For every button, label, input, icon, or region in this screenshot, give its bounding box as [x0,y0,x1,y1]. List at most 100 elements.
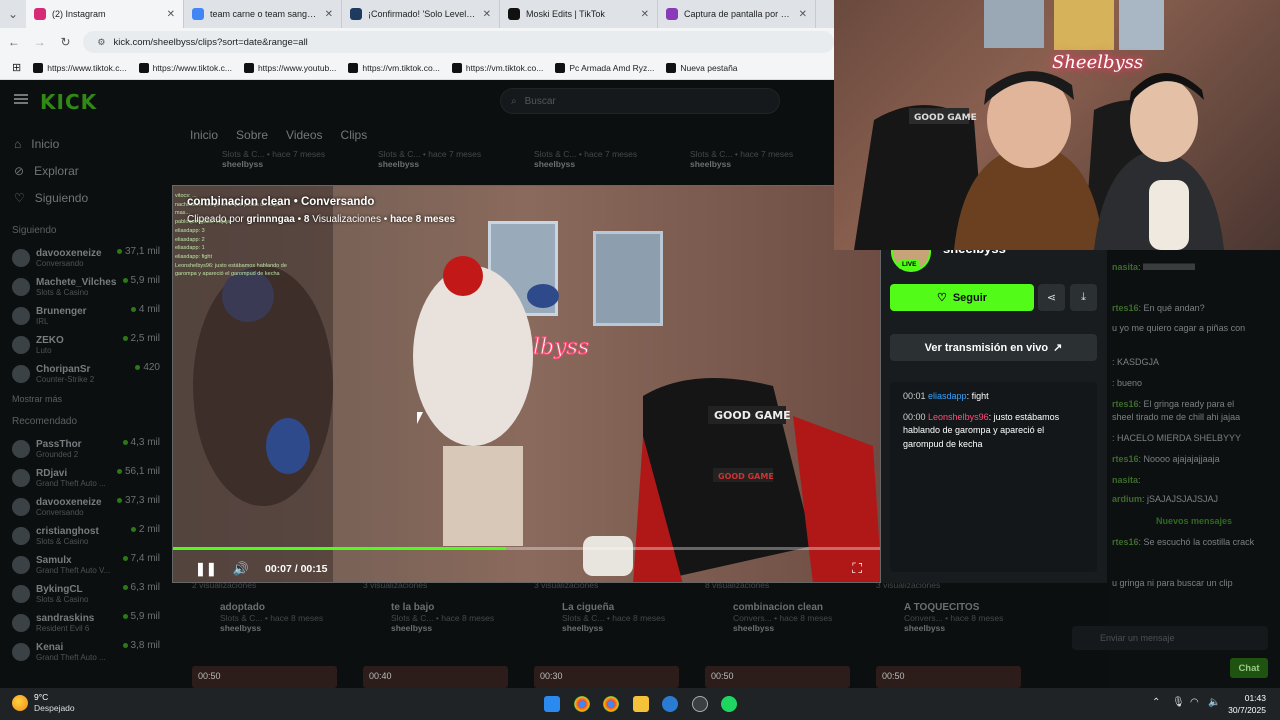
clip-thumbnail[interactable]: 00:50 [876,666,1021,688]
bookmark-item[interactable]: https://www.tiktok.c... [138,62,232,73]
clip-card[interactable]: 3 visualizaciones La cigueña Slots & C... … [534,580,694,633]
tab-close-icon[interactable]: ✕ [325,9,333,20]
sidebar-channel[interactable]: cristianghost Slots & Casino 2 mil [0,521,170,550]
clip-card[interactable]: 2 visualizaciones adoptado Slots & C... • … [192,580,352,633]
chrome-icon[interactable] [574,696,590,712]
clip-title[interactable]: te la bajo [363,602,523,613]
clip-thumbnail[interactable]: 00:50 [192,666,337,688]
chrome-icon-2[interactable] [603,696,619,712]
watch-live-button[interactable]: Ver transmisión en vivo ↗ [890,334,1097,361]
clip-card[interactable]: Slots & C... • hace 7 meses sheelbyss [690,149,834,169]
clip-user[interactable]: sheelbyss [378,159,522,169]
tab-close-icon[interactable]: ✕ [799,9,807,20]
browser-tab[interactable]: Moski Edits | TikTok ✕ [500,0,658,28]
browser-tab[interactable]: Captura de pantalla por Lightsh ✕ [658,0,816,28]
clip-thumbnail[interactable]: 00:50 [705,666,850,688]
apps-icon[interactable]: ⊞ [12,61,21,74]
tray-chevron-icon[interactable]: ⌃ [1152,697,1160,708]
microphone-icon[interactable]: 🎙 [1172,697,1185,708]
tab-clips[interactable]: Clips [341,128,368,142]
bookmark-item[interactable]: https://vm.tiktok.co... [451,62,543,73]
chat-input[interactable]: Enviar un mensaje [1072,626,1268,650]
forward-button[interactable]: → [32,34,48,50]
search-input[interactable]: ⌕ Buscar [500,88,780,114]
tab-close-icon[interactable]: ✕ [483,9,491,20]
tab-sobre[interactable]: Sobre [236,128,268,142]
clip-user[interactable]: sheelbyss [222,159,366,169]
clip-user[interactable]: sheelbyss [705,623,865,633]
browser-tab[interactable]: team carne o team sangre - Bu ✕ [184,0,342,28]
clip-user[interactable]: sheelbyss [690,159,834,169]
clip-title[interactable]: La cigueña [534,602,694,613]
sidebar-channel[interactable]: Kenai Grand Theft Auto ... 3,8 mil [0,637,170,666]
clip-card[interactable]: Slots & C... • hace 7 meses sheelbyss [222,149,366,169]
spotify-icon[interactable] [721,696,737,712]
clip-player[interactable]: lbyss GOOD GAME GOOD GAME vitocs: ... nac… [172,185,881,583]
file-explorer-icon[interactable] [633,696,649,712]
clip-title[interactable]: adoptado [192,602,352,613]
clip-user[interactable]: sheelbyss [534,159,678,169]
sidebar-channel[interactable]: davooxeneize Conversando 37,3 mil [0,492,170,521]
clip-card[interactable]: 8 visualizaciones combinacion clean Conver… [705,580,865,633]
download-button[interactable]: ⤓ [1070,284,1097,311]
steam-icon[interactable] [692,696,708,712]
volume-icon[interactable]: 🔊 [233,561,249,577]
chat-user[interactable]: rtes16 [1112,399,1139,409]
clip-user[interactable]: sheelbyss [534,623,694,633]
menu-icon[interactable] [14,94,28,104]
progress-bar[interactable] [173,547,880,550]
message-user[interactable]: Leonshelbys96 [928,412,989,422]
sidebar-channel[interactable]: Samulx Grand Theft Auto V... 7,4 mil [0,550,170,579]
tab-search-button[interactable]: ⌄ [0,6,26,22]
tab-videos[interactable]: Videos [286,128,322,142]
chat-user[interactable]: nasita [1112,475,1138,485]
browser-tab[interactable]: ¡Confirmado! 'Solo Leveling' Te ✕ [342,0,500,28]
fullscreen-icon[interactable]: ⛶ [852,560,862,577]
reload-button[interactable]: ↻ [58,34,74,50]
tab-inicio[interactable]: Inicio [190,128,218,142]
tab-close-icon[interactable]: ✕ [641,9,649,20]
bookmark-item[interactable]: https://vm.tiktok.co... [348,62,440,73]
message-user[interactable]: eliasdapp [928,391,967,401]
clip-thumbnail[interactable]: 00:30 [534,666,679,688]
share-button[interactable]: ⋖ [1038,284,1065,311]
pause-icon[interactable]: ❚❚ [195,561,217,577]
chat-user[interactable]: ardium [1112,494,1142,504]
sidebar-channel[interactable]: sandraskins Resident Evil 6 5,9 mil [0,608,170,637]
bookmark-item[interactable]: Nueva pestaña [666,62,738,73]
system-clock[interactable]: 01:43 30/7/2025 [1228,692,1266,716]
url-bar[interactable]: ⚙ kick.com/sheelbyss/clips?sort=date&ran… [83,31,834,53]
chat-send-button[interactable]: Chat [1230,658,1268,678]
clip-card[interactable]: Slots & C... • hace 7 meses sheelbyss [378,149,522,169]
bookmark-item[interactable]: https://www.tiktok.c... [33,62,127,73]
back-button[interactable]: ← [6,34,22,50]
clip-title[interactable]: A TOQUECITOS [876,602,1036,613]
show-more-link[interactable]: Mostrar más [0,394,170,412]
chat-user[interactable]: nasita [1112,262,1138,272]
clipper-name[interactable]: grinnngaa [247,214,295,225]
nav-following[interactable]: ♡ Siguiendo [0,184,170,211]
clip-card[interactable]: 3 visualizaciones A TOQUECITOS Convers... … [876,580,1036,633]
clip-card[interactable]: Slots & C... • hace 7 meses sheelbyss [534,149,678,169]
bookmark-item[interactable]: https://www.youtub... [243,62,336,73]
kick-logo[interactable]: KICK [40,90,97,114]
chat-user[interactable]: rtes16 [1112,454,1139,464]
nav-home[interactable]: ⌂ Inicio [0,130,170,157]
clip-user[interactable]: sheelbyss [363,623,523,633]
sidebar-channel[interactable]: RDjavi Grand Theft Auto ... 56,1 mil [0,463,170,492]
clip-user[interactable]: sheelbyss [876,623,1036,633]
bookmark-item[interactable]: Pc Armada Amd Ryz... [555,62,654,73]
follow-button[interactable]: ♡ Seguir [890,284,1034,311]
sidebar-channel[interactable]: BykingCL Slots & Casino 6,3 mil [0,579,170,608]
clip-title[interactable]: combinacion clean [705,602,865,613]
sidebar-channel[interactable]: ChoripanSr Counter-Strike 2 420 [0,359,170,388]
site-info-icon[interactable]: ⚙ [97,37,105,48]
start-icon[interactable] [544,696,560,712]
edge-icon[interactable] [662,696,678,712]
wifi-icon[interactable]: ◠ [1190,697,1199,708]
sidebar-channel[interactable]: Brunenger IRL 4 mil [0,301,170,330]
sidebar-channel[interactable]: davooxeneize Conversando 37,1 mil [0,243,170,272]
sidebar-channel[interactable]: PassThor Grounded 2 4,3 mil [0,434,170,463]
clip-thumbnail[interactable]: 00:40 [363,666,508,688]
sidebar-channel[interactable]: Machete_Vilches Slots & Casino 5,9 mil [0,272,170,301]
